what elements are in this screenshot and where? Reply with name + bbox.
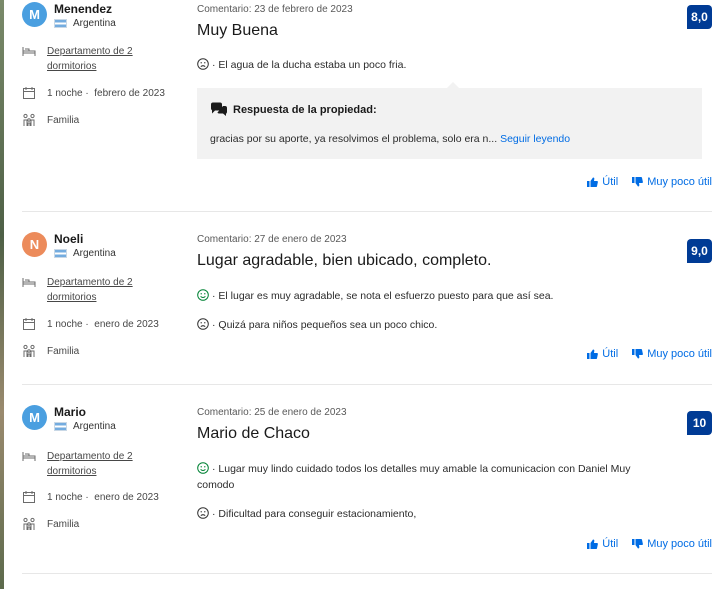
response-header: Respuesta de la propiedad: [210, 102, 377, 117]
argentina-flag-icon [54, 422, 67, 431]
reviewer-country: Argentina [54, 421, 116, 432]
happy-face-icon [197, 462, 209, 474]
read-more-link[interactable]: Seguir leyendo [500, 133, 570, 145]
review-date: Comentario: 25 de enero de 2023 [197, 407, 347, 418]
reviewer-name: Noeli [54, 232, 84, 246]
stay-month: enero de 2023 [94, 492, 159, 503]
calendar-icon [23, 491, 35, 503]
avatar: M [22, 405, 47, 430]
not-helpful-button[interactable]: Muy poco útil [632, 348, 712, 360]
traveler-type: Familia [47, 115, 80, 126]
response-text: gracias por su aporte, ya resolvimos el … [210, 133, 498, 145]
negative-comment: · Quizá para niños pequeños sea un poco … [197, 317, 667, 333]
negative-text: · El agua de la ducha estaba un poco fri… [212, 59, 407, 71]
thumbs-up-icon [587, 539, 599, 549]
avatar: M [22, 2, 47, 27]
reviewer-name: Menendez [54, 2, 113, 16]
thumbs-down-icon [632, 177, 644, 187]
sad-face-icon [197, 318, 209, 330]
room-type-link[interactable]: Departamento de 2 dormitorios [47, 275, 142, 305]
negative-text: · Dificultad para conseguir estacionamie… [212, 508, 417, 520]
happy-face-icon [197, 289, 209, 301]
country-label: Argentina [73, 421, 116, 432]
review-actions: Útil Muy poco útil [573, 176, 712, 188]
response-caret [447, 82, 459, 88]
not-helpful-label: Muy poco útil [647, 538, 712, 550]
thumbs-down-icon [632, 539, 644, 549]
argentina-flag-icon [54, 19, 67, 28]
thumbs-up-icon [587, 349, 599, 359]
property-response: Respuesta de la propiedad: gracias por s… [197, 82, 702, 159]
traveler-type: Familia [47, 519, 80, 530]
left-edge-photo-strip [0, 0, 4, 589]
thumbs-down-icon [632, 349, 644, 359]
stay-nights: 1 noche · [47, 319, 89, 330]
reviewer-country: Argentina [54, 18, 116, 29]
sad-face-icon [197, 58, 209, 70]
traveler-type: Familia [47, 346, 80, 357]
response-text-row: gracias por su aporte, ya resolvimos el … [210, 133, 570, 145]
helpful-button[interactable]: Útil [587, 348, 618, 360]
family-icon [23, 517, 35, 530]
reviewer-name: Mario [54, 405, 87, 419]
chat-bubbles-icon [211, 102, 227, 116]
helpful-button[interactable]: Útil [587, 538, 618, 550]
bed-icon [22, 278, 36, 287]
review-date: Comentario: 23 de febrero de 2023 [197, 4, 353, 15]
stay-month: enero de 2023 [94, 319, 159, 330]
country-label: Argentina [73, 248, 116, 259]
room-type-link[interactable]: Departamento de 2 dormitorios [47, 44, 142, 74]
not-helpful-button[interactable]: Muy poco útil [632, 176, 712, 188]
negative-comment: · Dificultad para conseguir estacionamie… [197, 506, 667, 522]
stay-month: febrero de 2023 [94, 88, 165, 99]
stay-details: 1 noche · enero de 2023 [47, 317, 159, 332]
review-divider [22, 384, 712, 385]
review-title: Mario de Chaco [197, 425, 310, 442]
helpful-label: Útil [602, 348, 619, 360]
review-title: Muy Buena [197, 22, 278, 39]
review-date: Comentario: 27 de enero de 2023 [197, 234, 347, 245]
bed-icon [22, 47, 36, 56]
bed-icon [22, 452, 36, 461]
helpful-label: Útil [602, 538, 619, 550]
country-label: Argentina [73, 18, 116, 29]
stay-nights: 1 noche · [47, 88, 89, 99]
positive-text: · Lugar muy lindo cuidado todos los deta… [197, 463, 631, 491]
calendar-icon [23, 318, 35, 330]
not-helpful-button[interactable]: Muy poco útil [632, 538, 712, 550]
review-divider [22, 573, 712, 574]
response-label: Respuesta de la propiedad: [233, 103, 377, 116]
positive-text: · El lugar es muy agradable, se nota el … [212, 290, 554, 302]
positive-comment: · Lugar muy lindo cuidado todos los deta… [197, 461, 667, 493]
stay-nights: 1 noche · [47, 492, 89, 503]
score-badge: 8,0 [687, 5, 712, 29]
review-divider [22, 211, 712, 212]
thumbs-up-icon [587, 177, 599, 187]
negative-comment: · El agua de la ducha estaba un poco fri… [197, 57, 667, 73]
positive-comment: · El lugar es muy agradable, se nota el … [197, 288, 667, 304]
family-icon [23, 344, 35, 357]
not-helpful-label: Muy poco útil [647, 176, 712, 188]
review-actions: Útil Muy poco útil [573, 348, 712, 360]
negative-text: · Quizá para niños pequeños sea un poco … [212, 319, 438, 331]
score-badge: 10 [687, 411, 712, 435]
argentina-flag-icon [54, 249, 67, 258]
stay-details: 1 noche · enero de 2023 [47, 490, 159, 505]
not-helpful-label: Muy poco útil [647, 348, 712, 360]
avatar: N [22, 232, 47, 257]
helpful-label: Útil [602, 176, 619, 188]
calendar-icon [23, 87, 35, 99]
review-actions: Útil Muy poco útil [573, 538, 712, 550]
score-badge: 9,0 [687, 239, 712, 263]
room-type-link[interactable]: Departamento de 2 dormitorios [47, 449, 142, 479]
stay-details: 1 noche · febrero de 2023 [47, 86, 165, 101]
sad-face-icon [197, 507, 209, 519]
reviewer-country: Argentina [54, 248, 116, 259]
review-title: Lugar agradable, bien ubicado, completo. [197, 252, 492, 269]
family-icon [23, 113, 35, 126]
helpful-button[interactable]: Útil [587, 176, 618, 188]
